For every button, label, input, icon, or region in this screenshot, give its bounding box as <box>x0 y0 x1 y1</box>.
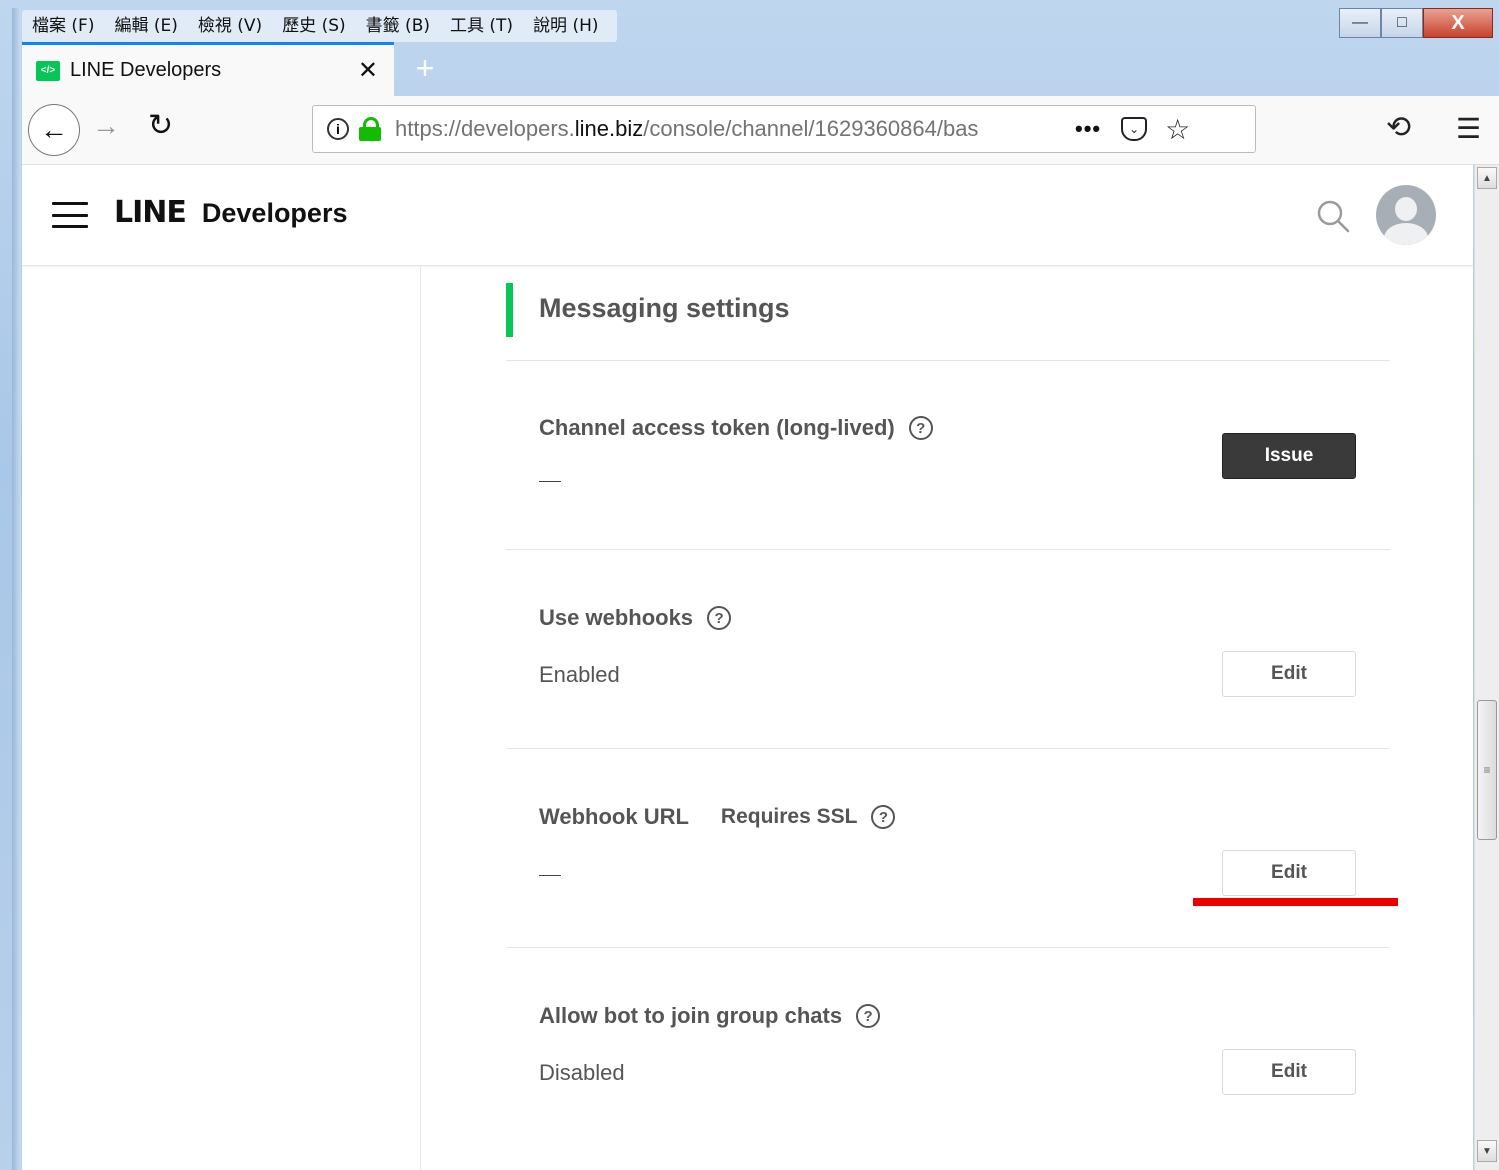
help-icon[interactable]: ? <box>871 805 896 829</box>
menu-edit[interactable]: 編輯 (E) <box>104 10 187 42</box>
url-path: /console/channel/1629360864/bas <box>643 116 979 141</box>
divider <box>506 360 1390 361</box>
section-title: Messaging settings <box>539 293 790 323</box>
forward-arrow-icon[interactable]: → <box>92 110 120 142</box>
issue-button[interactable]: Issue <box>1222 433 1356 479</box>
edit-webhook-url-button[interactable]: Edit <box>1222 850 1356 896</box>
window-frame-edge <box>12 8 21 1170</box>
brand-line: LINE <box>114 195 187 230</box>
row-label-text: Channel access token (long-lived) <box>539 415 895 440</box>
divider <box>506 549 1390 550</box>
browser-menu-icon[interactable]: ☰ <box>1456 112 1481 145</box>
edit-group-chats-button[interactable]: Edit <box>1222 1049 1356 1095</box>
info-icon[interactable]: i <box>327 118 349 140</box>
url-prefix: https://developers. <box>395 116 575 141</box>
allow-group-chats-label: Allow bot to join group chats ? <box>539 1003 881 1029</box>
menu-tools[interactable]: 工具 (T) <box>440 10 523 42</box>
star-icon[interactable]: ☆ <box>1165 113 1190 146</box>
menu-bookmarks[interactable]: 書籤 (B) <box>356 10 440 42</box>
section-accent-bar <box>506 283 513 337</box>
browser-window: 檔案 (F) 編輯 (E) 檢視 (V) 歷史 (S) 書籤 (B) 工具 (T… <box>0 0 1499 1170</box>
requires-ssl-label: Requires SSL <box>720 805 858 828</box>
history-icon[interactable]: ⟲ <box>1386 110 1411 145</box>
close-tab-icon[interactable]: ✕ <box>358 56 378 85</box>
lock-icon[interactable] <box>359 117 381 141</box>
avatar-icon[interactable] <box>1376 185 1436 245</box>
row-label-text: Webhook URL <box>539 804 689 829</box>
menu-history[interactable]: 歷史 (S) <box>272 10 355 42</box>
empty-value-dash <box>539 481 561 482</box>
brand-developers: Developers <box>201 198 348 228</box>
row-label-text: Allow bot to join group chats <box>539 1003 843 1028</box>
maximize-button[interactable]: □ <box>1381 8 1423 38</box>
hamburger-menu-icon[interactable] <box>52 202 88 228</box>
new-tab-button[interactable]: + <box>408 48 442 88</box>
reload-icon[interactable]: ↻ <box>148 108 173 143</box>
page-actions-icon[interactable]: ••• <box>1075 116 1101 142</box>
window-controls: — □ X <box>1339 8 1493 38</box>
url-text[interactable]: https://developers.line.biz/console/chan… <box>395 116 1051 142</box>
allow-group-chats-value: Disabled <box>539 1060 625 1085</box>
web-page: LINE Developers Messaging settings Chann… <box>22 165 1473 1170</box>
brand-logo[interactable]: LINE Developers <box>114 195 347 230</box>
highlight-underline <box>1193 898 1398 906</box>
menu-file[interactable]: 檔案 (F) <box>22 10 104 42</box>
edit-webhooks-button[interactable]: Edit <box>1222 651 1356 697</box>
empty-value-dash <box>539 875 561 876</box>
site-header: LINE Developers <box>22 165 1473 266</box>
navigation-toolbar: ← → ↻ i https://developers.line.biz/cons… <box>22 96 1499 165</box>
minimize-button[interactable]: — <box>1339 8 1381 38</box>
favicon-icon: </> <box>36 60 60 81</box>
webhook-url-label: Webhook URL Requires SSL ? <box>539 804 896 830</box>
help-icon[interactable]: ? <box>908 416 933 440</box>
url-bar[interactable]: i https://developers.line.biz/console/ch… <box>312 105 1256 153</box>
search-icon[interactable] <box>1316 199 1350 233</box>
tab-line-developers[interactable]: </> LINE Developers ✕ <box>22 42 394 96</box>
vertical-scrollbar[interactable]: ▲ ≡ ▼ <box>1474 165 1499 1170</box>
channel-access-token-label: Channel access token (long-lived) ? <box>539 415 933 441</box>
divider <box>506 947 1390 948</box>
url-host: line.biz <box>574 116 644 141</box>
row-label-text: Use webhooks <box>539 605 694 630</box>
menu-view[interactable]: 檢視 (V) <box>188 10 272 42</box>
close-window-button[interactable]: X <box>1423 8 1493 38</box>
tab-strip: </> LINE Developers ✕ + <box>22 42 1499 96</box>
scroll-down-icon[interactable]: ▼ <box>1477 1140 1497 1162</box>
scrollbar-thumb[interactable]: ≡ <box>1477 700 1497 840</box>
back-arrow-icon[interactable]: ← <box>28 104 80 156</box>
use-webhooks-value: Enabled <box>539 662 620 687</box>
menu-help[interactable]: 說明 (H) <box>523 10 608 42</box>
use-webhooks-label: Use webhooks ? <box>539 605 732 631</box>
help-icon[interactable]: ? <box>707 606 732 630</box>
scroll-up-icon[interactable]: ▲ <box>1477 167 1497 189</box>
help-icon[interactable]: ? <box>856 1004 881 1028</box>
tab-title: LINE Developers <box>70 59 222 81</box>
pocket-icon[interactable]: ⌄ <box>1121 117 1148 141</box>
divider <box>506 748 1390 749</box>
sidebar-divider <box>420 265 421 1170</box>
menu-bar: 檔案 (F) 編輯 (E) 檢視 (V) 歷史 (S) 書籤 (B) 工具 (T… <box>22 10 617 42</box>
